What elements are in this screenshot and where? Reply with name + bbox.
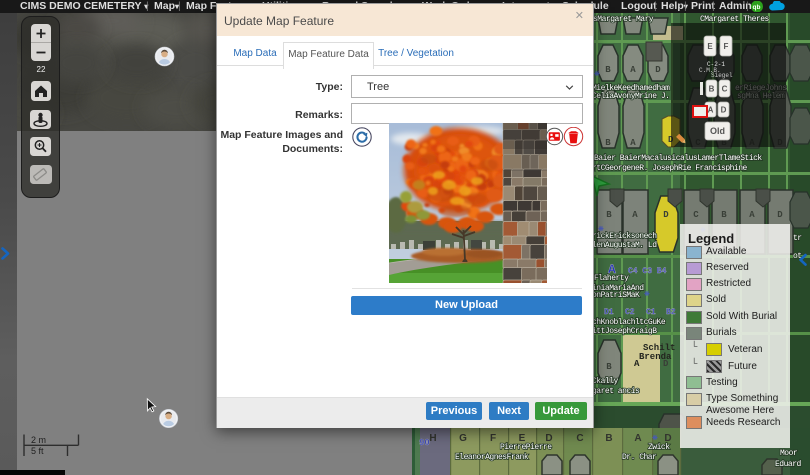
svg-text:5 ft: 5 ft — [31, 446, 44, 456]
svg-text:2 m: 2 m — [31, 435, 46, 445]
svg-text:qb: qb — [753, 4, 761, 11]
